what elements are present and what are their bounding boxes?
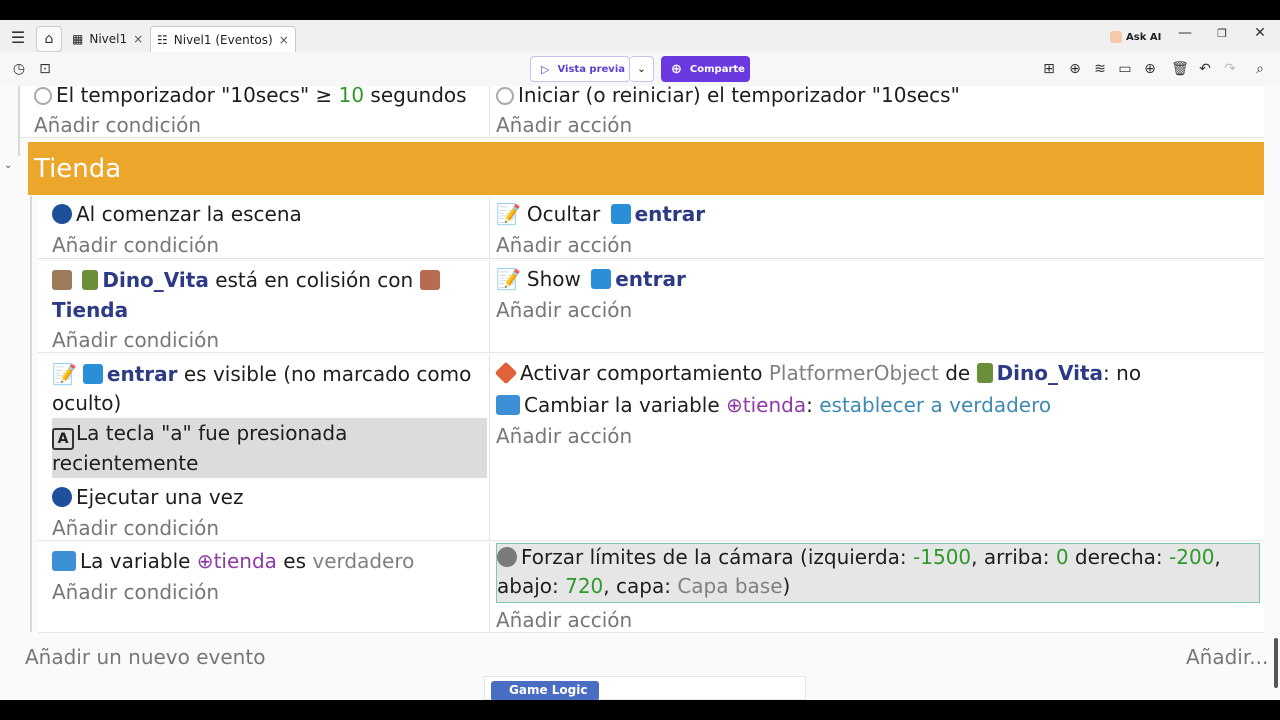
preview-dropdown[interactable]: ⌄ [630,56,654,82]
condition-key-pressed-line2: recientemente [52,451,199,475]
behavior-icon [494,361,518,385]
camera-icon [497,547,517,567]
add-action-link[interactable]: Añadir acción [496,230,632,260]
tab-label: Nivel1 (Eventos) [173,32,273,47]
add-action-link[interactable]: Añadir acción [496,421,632,451]
comment-icon[interactable]: ▭ [1116,60,1134,78]
text-object-icon [591,269,612,289]
save-icon[interactable]: ⊡ [36,60,54,78]
global-variable-icon: ⊕ [196,549,214,573]
dino-sprite-icon [976,363,993,383]
timer-icon [496,87,514,105]
vertical-scrollbar[interactable] [1272,86,1280,700]
redo-icon[interactable]: ↷ [1221,60,1239,78]
events-sheet: El temporizador "10secs" ≥ 10 segundos A… [0,86,1272,700]
tab-bar: ☰ ⌂ ▦ Nivel1 × ☷ Nivel1 (Eventos) × Ask … [0,20,1280,52]
play-circle-icon [52,204,72,224]
minimize-icon[interactable]: — [1176,24,1194,42]
dino-sprite-icon [82,270,99,290]
group-collapse-icon[interactable]: ⌄ [4,160,12,171]
gutter-line [30,196,32,632]
action-set-variable[interactable]: Cambiar la variable ⊕tienda: establecer … [496,390,1051,420]
pencil-icon: 📝 [496,267,521,291]
shop-sprite-icon [419,270,440,290]
film-icon: ▦ [72,32,84,46]
timer-icon [34,87,52,105]
close-icon[interactable]: × [279,33,289,47]
scrollbar-thumb[interactable] [1274,638,1278,688]
robot-icon [1110,31,1122,43]
delete-icon[interactable]: 🗑 [1171,60,1189,78]
tab-events[interactable]: ☷ Nivel1 (Eventos) × [150,26,296,52]
event-row-1[interactable]: Al comenzar la escena Añadir condición 📝… [38,197,1264,259]
history-icon[interactable]: ◷ [10,60,28,78]
add-condition-link[interactable]: Añadir condición [52,513,219,543]
action-behavior[interactable]: Activar comportamiento PlatformerObject … [494,358,1141,388]
search-icon[interactable]: ⌕ [1251,60,1269,78]
group-title: Tienda [34,154,122,184]
list-icon: ☷ [157,32,168,47]
share-button[interactable]: ⊕ Comparte [661,56,750,82]
text-object-icon [610,204,631,224]
subevent-key-condition[interactable]: A La tecla "a" fue presionada recientemen… [52,418,487,478]
variable-icon [496,395,520,415]
add-subevent-icon[interactable]: ⊕ [1066,60,1084,78]
trigger-once-icon [52,487,72,507]
condition-run-once[interactable]: Ejecutar una vez [52,482,243,512]
condition-collision[interactable]: Dino_Vita está en colisión con [52,265,444,295]
text-object-icon [82,364,103,384]
group-header-tienda[interactable]: Tienda [28,142,1264,195]
add-new-event-link[interactable]: Añadir un nuevo evento [25,642,265,672]
restore-icon[interactable]: ❐ [1213,24,1231,42]
play-icon: ▷ [541,62,550,76]
event-row-4[interactable]: La variable ⊕tienda es verdadero Añadir … [38,543,1264,633]
game-logic-thumbnail[interactable]: Game Logic [491,681,599,700]
variable-icon [52,551,76,571]
close-icon[interactable]: × [133,32,143,46]
action-camera-bounds[interactable]: Forzar límites de la cámara (izquierda: … [496,543,1260,603]
home-icon[interactable]: ⌂ [36,26,62,52]
add-icon[interactable]: ⊕ [1141,60,1159,78]
camera-bounds-line2: abajo: 720, capa: Capa base) [497,574,791,598]
menu-icon[interactable]: ☰ [8,28,28,47]
timer-action[interactable]: Iniciar (o reiniciar) el temporizador "1… [496,86,960,110]
window-close-icon[interactable]: ✕ [1251,24,1269,42]
add-condition-link[interactable]: Añadir condición [52,325,219,355]
add-action-link[interactable]: Añadir acción [496,295,632,325]
pencil-icon: 📝 [52,362,77,386]
undo-icon[interactable]: ↶ [1196,60,1214,78]
condition-visible[interactable]: 📝 entrar es visible (no marcado como [52,359,471,389]
timer-condition[interactable]: El temporizador "10secs" ≥ 10 segundos [34,86,467,110]
global-variable-icon: ⊕ [726,393,743,417]
ask-ai-button[interactable]: Ask AI [1110,28,1161,46]
condition-scene-start[interactable]: Al comenzar la escena [52,199,302,229]
keyboard-key-icon: A [52,428,74,450]
add-event-icon[interactable]: ⊞ [1040,60,1058,78]
preview-button[interactable]: ▷ Vista previa [530,56,630,82]
chevron-down-icon: ⌄ [637,63,646,75]
toolbar: ◷ ⊡ ▷ Vista previa ⌄ ⊕ Comparte ⊞ ⊕ ≋ ▭ … [0,52,1280,86]
action-hide[interactable]: 📝 Ocultar entrar [496,199,705,229]
add-condition-link[interactable]: Añadir condición [52,230,219,260]
tab-label: Nivel1 [89,32,128,46]
event-row-timer[interactable]: El temporizador "10secs" ≥ 10 segundos A… [20,86,1264,138]
pencil-icon: 📝 [496,202,521,226]
bottom-panel: Game Logic [484,676,806,700]
event-row-2[interactable]: Dino_Vita está en colisión con Tienda Añ… [38,261,1264,353]
add-condition-link[interactable]: Añadir condición [52,577,219,607]
collision-target[interactable]: Tienda [52,295,128,325]
add-group-icon[interactable]: ≋ [1091,60,1109,78]
add-action-link[interactable]: Añadir acción [496,605,632,635]
camera-bounds-line1: Forzar límites de la cámara (izquierda: … [497,542,1221,572]
add-condition-link[interactable]: Añadir condición [34,110,201,140]
globe-icon: ⊕ [671,61,682,77]
add-more-button[interactable]: Añadir... [1186,642,1268,672]
collision-icon [52,270,72,290]
tab-scene[interactable]: ▦ Nivel1 × [66,26,149,52]
action-show[interactable]: 📝 Show entrar [496,264,686,294]
condition-variable[interactable]: La variable ⊕tienda es verdadero [52,546,414,576]
add-action-link[interactable]: Añadir acción [496,110,632,140]
condition-key-pressed: A La tecla "a" fue presionada [52,418,347,450]
condition-visible-line2: oculto) [52,391,122,415]
